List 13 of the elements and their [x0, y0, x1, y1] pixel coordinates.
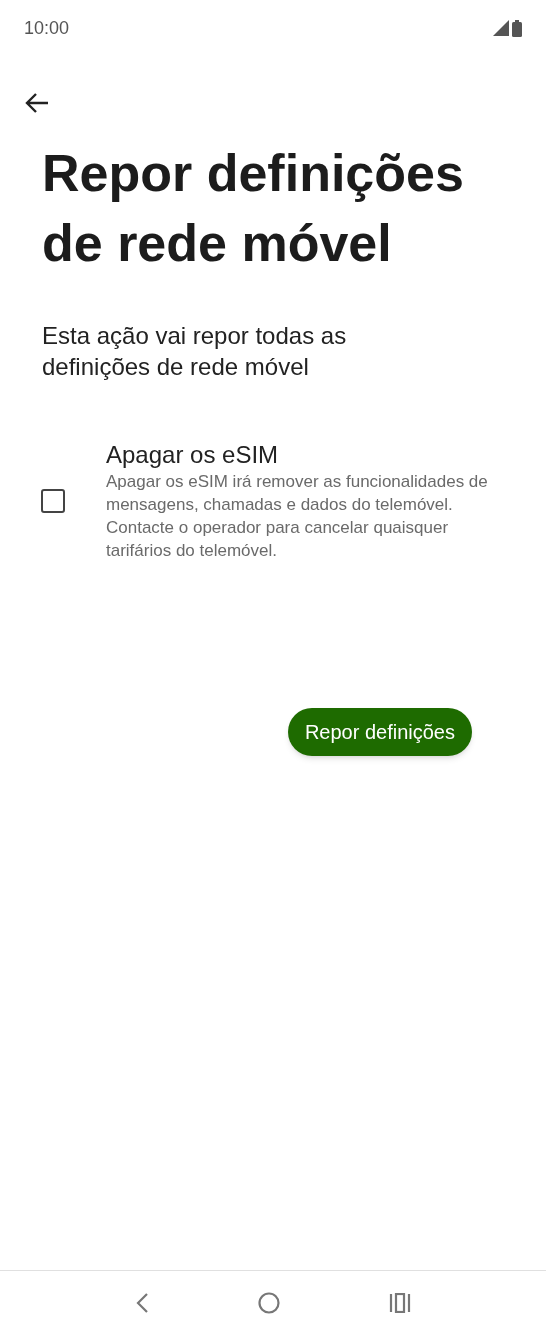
- back-nav-icon[interactable]: [134, 1291, 149, 1314]
- back-arrow-icon: [25, 92, 49, 114]
- home-nav-icon[interactable]: [258, 1291, 280, 1314]
- signal-icon: [493, 20, 509, 36]
- checkbox[interactable]: [41, 489, 65, 513]
- option-description: Apagar os eSIM irá remover as funcionalidades de mensagens, chamadas e dados do telemóvel. Contacte o operador para cancelar quaisquer tarifários do telemóvel.: [106, 471, 489, 562]
- battery-icon: [512, 19, 522, 37]
- description-text: Esta ação vai repor todas as definições de rede móvel: [41, 321, 348, 382]
- recents-nav-icon[interactable]: [389, 1292, 412, 1313]
- reset-button[interactable]: Repor definições: [287, 708, 472, 756]
- option-label: Apagar os eSIM: [106, 440, 280, 470]
- status-time: 10:00: [24, 16, 70, 40]
- page-title: Repor definições de rede móvel: [41, 143, 465, 274]
